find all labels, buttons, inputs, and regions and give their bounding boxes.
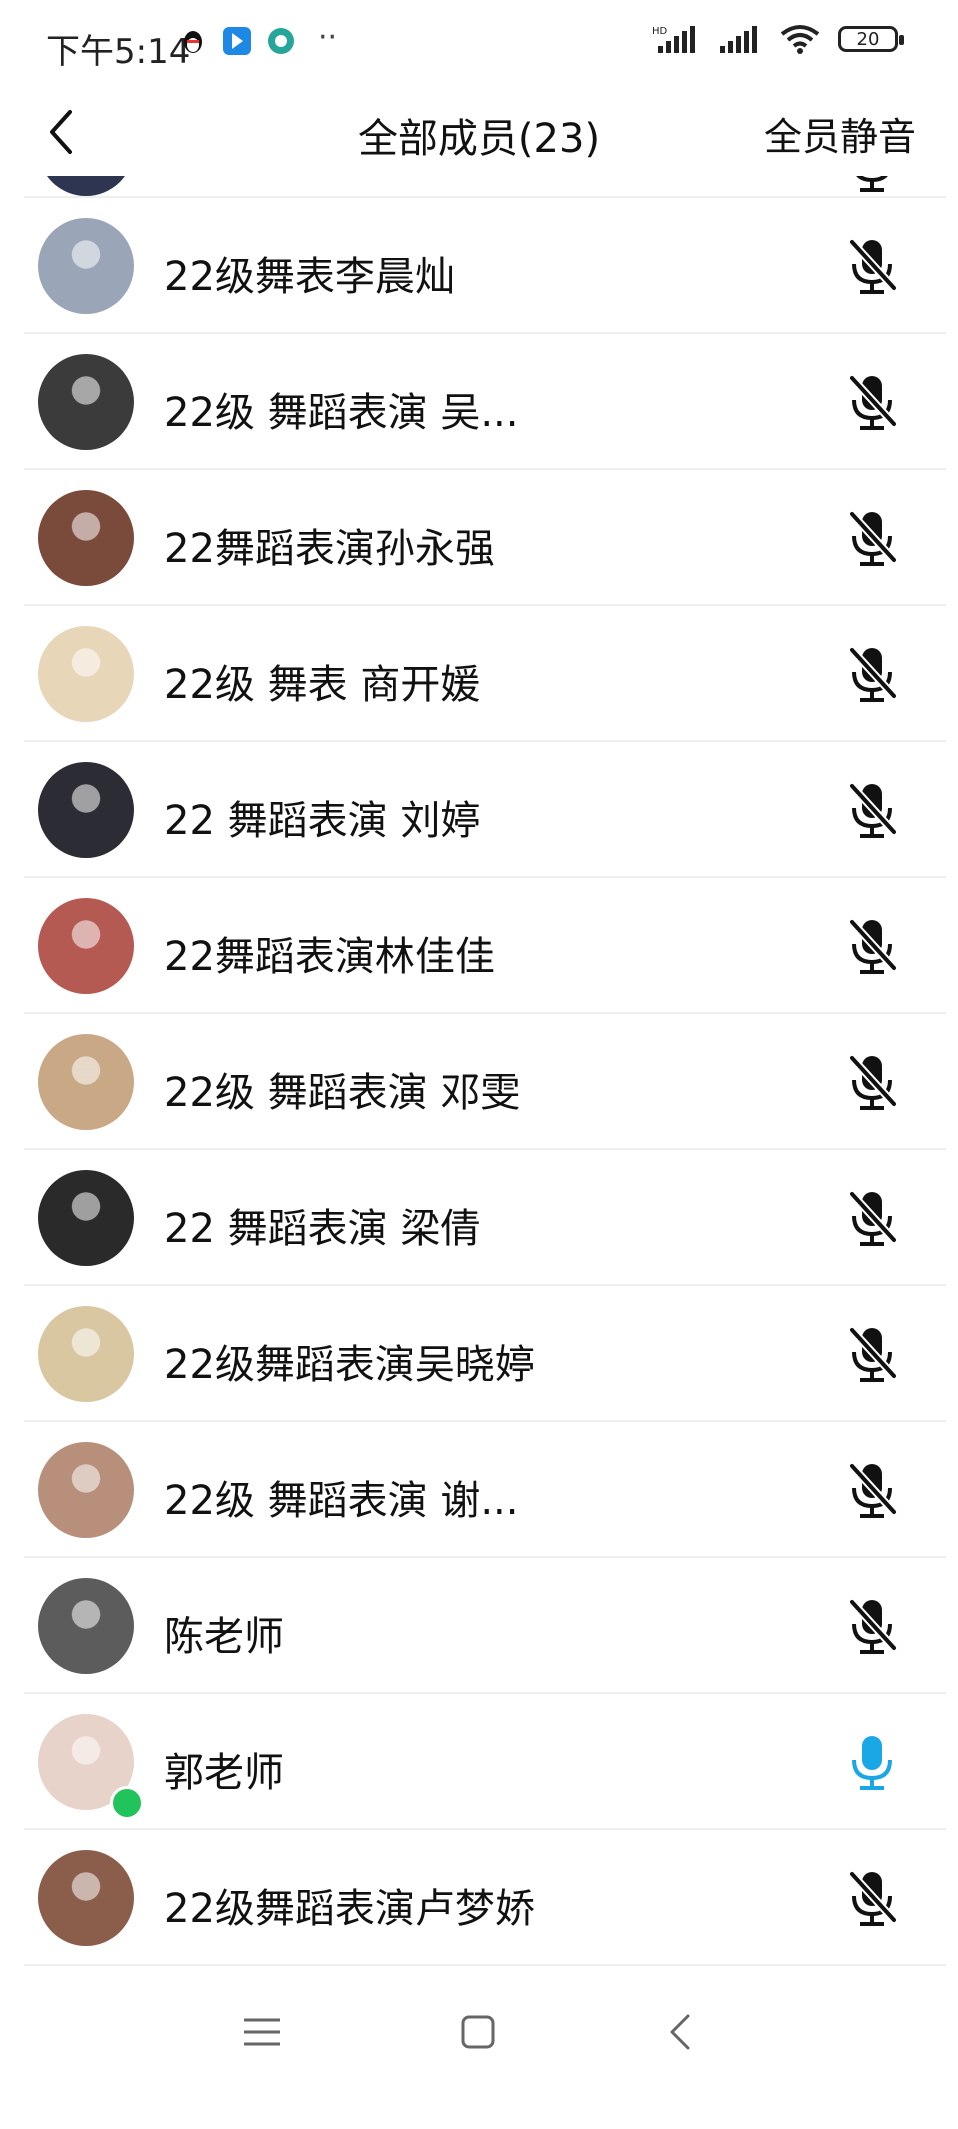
mic-active-icon [852, 1736, 892, 1790]
mic-toggle-button[interactable] [842, 1866, 902, 1930]
mic-muted-icon [848, 1054, 898, 1110]
mic-toggle-button[interactable] [842, 1322, 902, 1386]
avatar[interactable] [38, 490, 134, 586]
avatar[interactable] [38, 762, 134, 858]
app-notification-icon [223, 27, 251, 55]
mic-muted-icon [848, 238, 898, 294]
member-row[interactable]: 22级舞表李晨灿 [24, 198, 946, 334]
member-row[interactable]: 22 舞蹈表演 梁倩 [24, 1150, 946, 1286]
member-row[interactable]: 22级 舞蹈表演 吴... [24, 334, 946, 470]
member-row[interactable]: 22舞蹈表演林佳佳 [24, 878, 946, 1014]
mic-muted-icon [856, 176, 888, 192]
avatar[interactable] [38, 1578, 134, 1674]
member-name: 22 舞蹈表演 刘婷 [164, 798, 481, 844]
app-notification-icon-2 [268, 28, 294, 54]
mic-toggle-button[interactable] [842, 1730, 902, 1794]
mic-toggle-button[interactable] [842, 506, 902, 570]
mic-toggle-button[interactable] [842, 1594, 902, 1658]
mic-toggle-button[interactable] [842, 370, 902, 434]
mic-muted-icon [848, 1462, 898, 1518]
member-row[interactable]: 郭老师 [24, 1694, 946, 1830]
mic-toggle-button[interactable] [842, 914, 902, 978]
system-nav-bar [0, 1980, 958, 2100]
member-row[interactable]: 陈老师 [24, 1558, 946, 1694]
home-icon[interactable] [448, 2002, 508, 2062]
member-name: 22级 舞蹈表演 邓雯 [164, 1070, 521, 1116]
member-name: 22级舞蹈表演卢梦娇 [164, 1886, 535, 1932]
member-row[interactable]: 22级舞蹈表演卢梦娇 [24, 1830, 946, 1966]
avatar[interactable] [38, 1170, 134, 1266]
mute-all-button[interactable]: 全员静音 [764, 106, 916, 161]
member-name: 22 舞蹈表演 梁倩 [164, 1206, 481, 1252]
mic-toggle-button[interactable] [842, 1458, 902, 1522]
speaking-badge-icon [110, 1786, 144, 1820]
status-indicators: HD 20 [652, 24, 904, 54]
member-name: 22级 舞表 商开媛 [164, 662, 481, 708]
battery-icon: 20 [838, 26, 904, 52]
mic-muted-icon [848, 1870, 898, 1926]
member-name: 郭老师 [164, 1750, 284, 1796]
avatar[interactable] [38, 898, 134, 994]
back-nav-icon[interactable] [652, 2002, 712, 2062]
member-name: 22舞蹈表演孙永强 [164, 526, 495, 572]
member-name: 22舞蹈表演林佳佳 [164, 934, 495, 980]
member-name: 22级舞表李晨灿 [164, 254, 455, 300]
svg-text:HD: HD [652, 26, 668, 37]
mic-muted-icon [848, 1598, 898, 1654]
member-row[interactable]: 22级舞蹈表演吴晓婷 [24, 1286, 946, 1422]
mic-toggle-button[interactable] [842, 778, 902, 842]
member-row[interactable]: 22级 舞表 商开媛 [24, 606, 946, 742]
member-name: 22级舞蹈表演吴晓婷 [164, 1342, 535, 1388]
mic-muted-icon [848, 918, 898, 974]
avatar[interactable] [38, 1034, 134, 1130]
member-row[interactable]: 22舞蹈表演孙永强 [24, 470, 946, 606]
mic-muted-icon [848, 646, 898, 702]
avatar[interactable] [38, 354, 134, 450]
status-bar: 下午5:14 ·· HD 20 [0, 0, 958, 90]
page-header: 全部成员(23) 全员静音 [0, 96, 958, 166]
member-row[interactable]: 22级 舞蹈表演 邓雯 [24, 1014, 946, 1150]
avatar[interactable] [38, 1442, 134, 1538]
member-row[interactable]: 22级 舞蹈表演 谢... [24, 1422, 946, 1558]
status-time: 下午5:14 [46, 32, 191, 72]
mic-muted-icon [848, 1326, 898, 1382]
member-row-partial[interactable] [24, 176, 946, 198]
mic-muted-icon [848, 510, 898, 566]
avatar[interactable] [38, 1850, 134, 1946]
menu-icon[interactable] [232, 2002, 292, 2062]
signal-icon [720, 26, 757, 53]
mic-toggle-button[interactable] [842, 642, 902, 706]
mic-toggle-button[interactable] [842, 234, 902, 298]
more-notifications-indicator: ·· [318, 20, 338, 55]
hd-signal-icon: HD [652, 26, 695, 53]
wifi-icon [780, 25, 820, 54]
avatar[interactable] [38, 1306, 134, 1402]
mic-toggle-button[interactable] [842, 1050, 902, 1114]
member-name: 22级 舞蹈表演 吴... [164, 390, 519, 436]
member-list: 22级舞表李晨灿 22级 舞蹈表演 吴... 22舞蹈表演孙永强 22级 舞表 … [24, 198, 946, 1966]
member-name: 22级 舞蹈表演 谢... [164, 1478, 519, 1524]
avatar[interactable] [38, 218, 134, 314]
mic-muted-icon [848, 782, 898, 838]
avatar [38, 176, 134, 196]
avatar[interactable] [38, 626, 134, 722]
mic-toggle-button[interactable] [842, 1186, 902, 1250]
mic-muted-icon [848, 1190, 898, 1246]
member-row[interactable]: 22 舞蹈表演 刘婷 [24, 742, 946, 878]
qq-penguin-icon [184, 31, 202, 53]
mic-muted-icon [848, 374, 898, 430]
member-name: 陈老师 [164, 1614, 284, 1660]
